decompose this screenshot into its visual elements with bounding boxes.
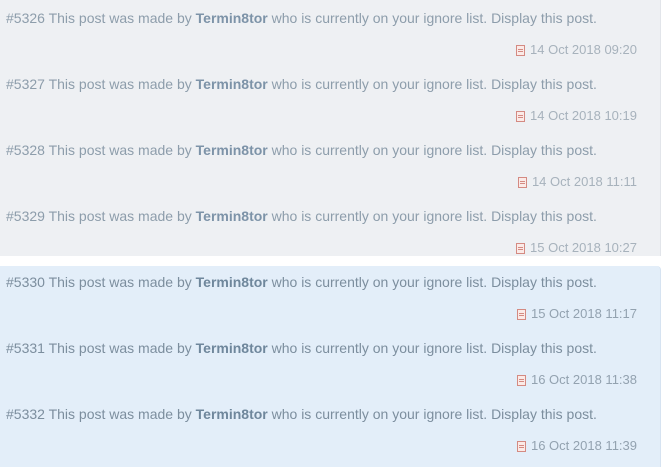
notice-text: This post was made by bbox=[44, 208, 196, 224]
notice-text: This post was made by bbox=[44, 406, 196, 422]
ignore-notice: #5327 This post was made by Termin8tor w… bbox=[6, 75, 597, 93]
post-number-link[interactable]: #5329 bbox=[6, 208, 45, 224]
ignore-notice: #5329 This post was made by Termin8tor w… bbox=[6, 207, 597, 225]
post-date: 15 Oct 2018 10:27 bbox=[516, 240, 637, 256]
document-icon[interactable] bbox=[516, 308, 526, 320]
document-icon[interactable] bbox=[516, 440, 526, 452]
post-timestamp: 14 Oct 2018 11:11 bbox=[531, 174, 637, 189]
post-timestamp: 16 Oct 2018 11:39 bbox=[530, 438, 637, 453]
display-post-link[interactable]: Display this post. bbox=[491, 274, 597, 290]
document-icon[interactable] bbox=[516, 242, 526, 254]
author-link[interactable]: Termin8tor bbox=[196, 274, 268, 290]
notice-text: This post was made by bbox=[44, 274, 196, 290]
notice-text: This post was made by bbox=[44, 10, 196, 26]
post-date: 15 Oct 2018 11:17 bbox=[516, 306, 637, 322]
post-date: 14 Oct 2018 11:11 bbox=[517, 174, 637, 190]
post-number-link[interactable]: #5328 bbox=[6, 142, 45, 158]
post-number-link[interactable]: #5326 bbox=[6, 10, 45, 26]
notice-text: This post was made by bbox=[44, 142, 196, 158]
ignored-posts-panel-1: #5326 This post was made by Termin8tor w… bbox=[0, 0, 661, 256]
notice-text: This post was made by bbox=[44, 340, 196, 356]
post-date: 14 Oct 2018 10:19 bbox=[516, 108, 637, 124]
post-timestamp: 15 Oct 2018 11:17 bbox=[530, 306, 637, 321]
notice-text: This post was made by bbox=[44, 76, 196, 92]
ignore-notice: #5332 This post was made by Termin8tor w… bbox=[6, 405, 597, 423]
ignored-post: #5332 This post was made by Termin8tor w… bbox=[0, 396, 661, 462]
ignored-post: #5326 This post was made by Termin8tor w… bbox=[0, 0, 661, 66]
document-icon[interactable] bbox=[516, 44, 526, 56]
ignored-post: #5327 This post was made by Termin8tor w… bbox=[0, 66, 661, 132]
author-link[interactable]: Termin8tor bbox=[196, 340, 268, 356]
notice-text: who is currently on your ignore list. bbox=[267, 340, 492, 356]
ignored-post: #5331 This post was made by Termin8tor w… bbox=[0, 330, 661, 396]
ignore-notice: #5330 This post was made by Termin8tor w… bbox=[6, 273, 597, 291]
author-link[interactable]: Termin8tor bbox=[196, 406, 268, 422]
display-post-link[interactable]: Display this post. bbox=[491, 10, 597, 26]
document-icon[interactable] bbox=[516, 110, 526, 122]
post-number-link[interactable]: #5331 bbox=[6, 340, 45, 356]
notice-text: who is currently on your ignore list. bbox=[267, 142, 492, 158]
post-timestamp: 14 Oct 2018 10:19 bbox=[530, 108, 637, 123]
ignored-post: #5330 This post was made by Termin8tor w… bbox=[0, 264, 661, 330]
notice-text: who is currently on your ignore list. bbox=[267, 10, 492, 26]
post-timestamp: 15 Oct 2018 10:27 bbox=[530, 240, 637, 255]
display-post-link[interactable]: Display this post. bbox=[491, 406, 597, 422]
post-date: 16 Oct 2018 11:38 bbox=[516, 372, 637, 388]
post-date: 14 Oct 2018 09:20 bbox=[516, 42, 637, 58]
display-post-link[interactable]: Display this post. bbox=[491, 208, 597, 224]
document-icon[interactable] bbox=[517, 176, 527, 188]
post-date: 16 Oct 2018 11:39 bbox=[516, 438, 637, 454]
display-post-link[interactable]: Display this post. bbox=[491, 76, 597, 92]
display-post-link[interactable]: Display this post. bbox=[491, 340, 597, 356]
notice-text: who is currently on your ignore list. bbox=[267, 208, 492, 224]
ignored-posts-panel-2: #5330 This post was made by Termin8tor w… bbox=[0, 266, 661, 467]
ignored-post: #5328 This post was made by Termin8tor w… bbox=[0, 132, 661, 198]
ignore-notice: #5328 This post was made by Termin8tor w… bbox=[6, 141, 597, 159]
post-number-link[interactable]: #5327 bbox=[6, 76, 45, 92]
document-icon[interactable] bbox=[516, 374, 526, 386]
notice-text: who is currently on your ignore list. bbox=[267, 76, 492, 92]
ignore-notice: #5331 This post was made by Termin8tor w… bbox=[6, 339, 597, 357]
ignore-notice: #5326 This post was made by Termin8tor w… bbox=[6, 9, 597, 27]
notice-text: who is currently on your ignore list. bbox=[267, 274, 492, 290]
author-link[interactable]: Termin8tor bbox=[196, 208, 268, 224]
ignored-post: #5329 This post was made by Termin8tor w… bbox=[0, 198, 661, 264]
post-timestamp: 14 Oct 2018 09:20 bbox=[530, 42, 637, 57]
post-timestamp: 16 Oct 2018 11:38 bbox=[530, 372, 637, 387]
display-post-link[interactable]: Display this post. bbox=[491, 142, 597, 158]
post-number-link[interactable]: #5330 bbox=[6, 274, 45, 290]
author-link[interactable]: Termin8tor bbox=[196, 76, 268, 92]
author-link[interactable]: Termin8tor bbox=[196, 142, 268, 158]
notice-text: who is currently on your ignore list. bbox=[267, 406, 492, 422]
post-number-link[interactable]: #5332 bbox=[6, 406, 45, 422]
author-link[interactable]: Termin8tor bbox=[196, 10, 268, 26]
